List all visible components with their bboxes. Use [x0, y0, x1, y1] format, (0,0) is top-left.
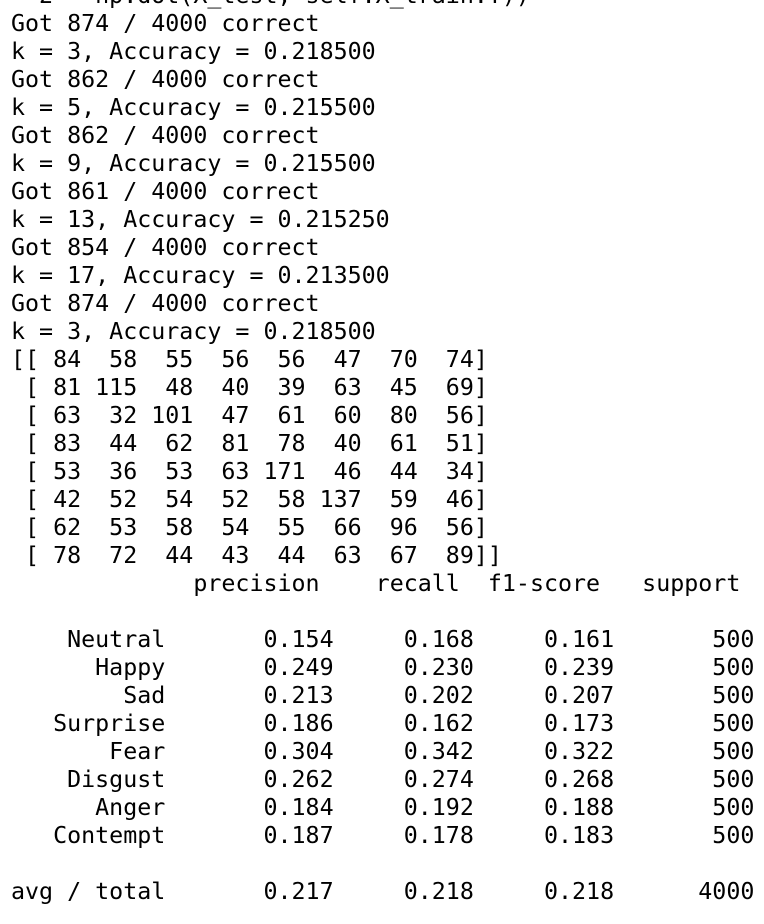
terminal-line: [ 83 44 62 81 78 40 61 51]: [11, 430, 488, 457]
terminal-output: 2 * np.dot(X_test, self.X_train.T))Got 8…: [11, 0, 761, 906]
terminal-line: Surprise 0.186 0.162 0.173 500: [11, 710, 755, 737]
terminal-line: Anger 0.184 0.192 0.188 500: [11, 794, 755, 821]
terminal-line: precision recall f1-score support: [11, 570, 741, 597]
terminal-line: Fear 0.304 0.342 0.322 500: [11, 738, 755, 765]
terminal-line: Contempt 0.187 0.178 0.183 500: [11, 822, 755, 849]
terminal-line: [ 62 53 58 54 55 66 96 56]: [11, 514, 488, 541]
terminal-line: [ 78 72 44 43 44 63 67 89]]: [11, 542, 502, 569]
terminal-line: k = 17, Accuracy = 0.213500: [11, 262, 390, 289]
terminal-line: Got 874 / 4000 correct: [11, 10, 320, 37]
terminal-line: Got 862 / 4000 correct: [11, 122, 320, 149]
terminal-line: [ 63 32 101 47 61 60 80 56]: [11, 402, 488, 429]
terminal-line: Happy 0.249 0.230 0.239 500: [11, 654, 755, 681]
terminal-line: 2 * np.dot(X_test, self.X_train.T)): [11, 0, 761, 10]
terminal-line: k = 9, Accuracy = 0.215500: [11, 150, 376, 177]
terminal-line: k = 5, Accuracy = 0.215500: [11, 94, 376, 121]
terminal-line: Disgust 0.262 0.274 0.268 500: [11, 766, 755, 793]
terminal-line: Sad 0.213 0.202 0.207 500: [11, 682, 755, 709]
terminal-line: Got 861 / 4000 correct: [11, 178, 320, 205]
terminal-line: avg / total 0.217 0.218 0.218 4000: [11, 878, 755, 905]
terminal-line: k = 13, Accuracy = 0.215250: [11, 206, 390, 233]
terminal-line: k = 3, Accuracy = 0.218500: [11, 38, 376, 65]
terminal-line: Got 862 / 4000 correct: [11, 66, 320, 93]
terminal-line: [ 42 52 54 52 58 137 59 46]: [11, 486, 488, 513]
terminal-line: [[ 84 58 55 56 56 47 70 74]: [11, 346, 488, 373]
terminal-line: Got 874 / 4000 correct: [11, 290, 320, 317]
terminal-line: Got 854 / 4000 correct: [11, 234, 320, 261]
terminal-line: k = 3, Accuracy = 0.218500: [11, 318, 376, 345]
terminal-line: [ 53 36 53 63 171 46 44 34]: [11, 458, 488, 485]
terminal-line: Neutral 0.154 0.168 0.161 500: [11, 626, 755, 653]
terminal-line: [ 81 115 48 40 39 63 45 69]: [11, 374, 488, 401]
